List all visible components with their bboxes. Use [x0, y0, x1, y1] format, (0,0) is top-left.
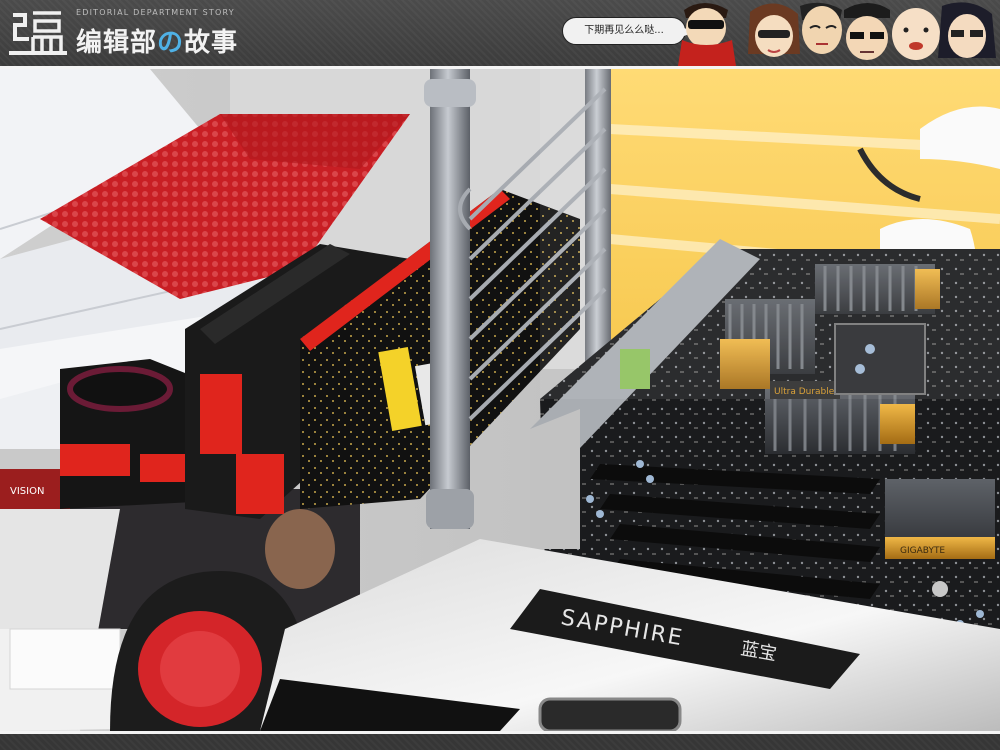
cartoon-face-5-icon — [892, 8, 940, 60]
cartoon-staff-faces-icon — [678, 2, 996, 66]
speech-bubble: 下期再见么么哒... — [562, 17, 695, 45]
header-banner: EDITORIAL DEPARTMENT STORY 编辑部の故事 下期再见么么… — [0, 0, 1000, 69]
header-title-end: 故事 — [184, 28, 239, 58]
hardware-photo: VISION Ultra Durable GIGABYTE SAPPHIRE 蓝… — [0, 69, 1000, 731]
cartoon-face-3-icon — [800, 2, 842, 54]
cartoon-face-2-icon — [748, 3, 800, 57]
header-subtitle: EDITORIAL DEPARTMENT STORY — [76, 8, 235, 17]
box-left-text: VISION — [10, 486, 44, 497]
footer-bar — [0, 731, 1000, 750]
chipset-label: GIGABYTE — [900, 546, 945, 556]
cartoon-face-1-icon — [678, 3, 736, 66]
header-title-main: 编辑部 — [76, 28, 158, 58]
desk-hardware-scene: VISION Ultra Durable GIGABYTE SAPPHIRE 蓝… — [0, 69, 1000, 731]
paper-note — [9, 628, 121, 690]
cartoon-face-4-icon — [844, 3, 890, 60]
header-title: 编辑部の故事 — [76, 22, 238, 59]
editorial-logo-icon — [9, 11, 67, 55]
header-title-o: の — [157, 28, 185, 58]
cartoon-face-6-icon — [938, 2, 996, 59]
photo-post-frame: EDITORIAL DEPARTMENT STORY 编辑部の故事 下期再见么么… — [0, 0, 1000, 750]
